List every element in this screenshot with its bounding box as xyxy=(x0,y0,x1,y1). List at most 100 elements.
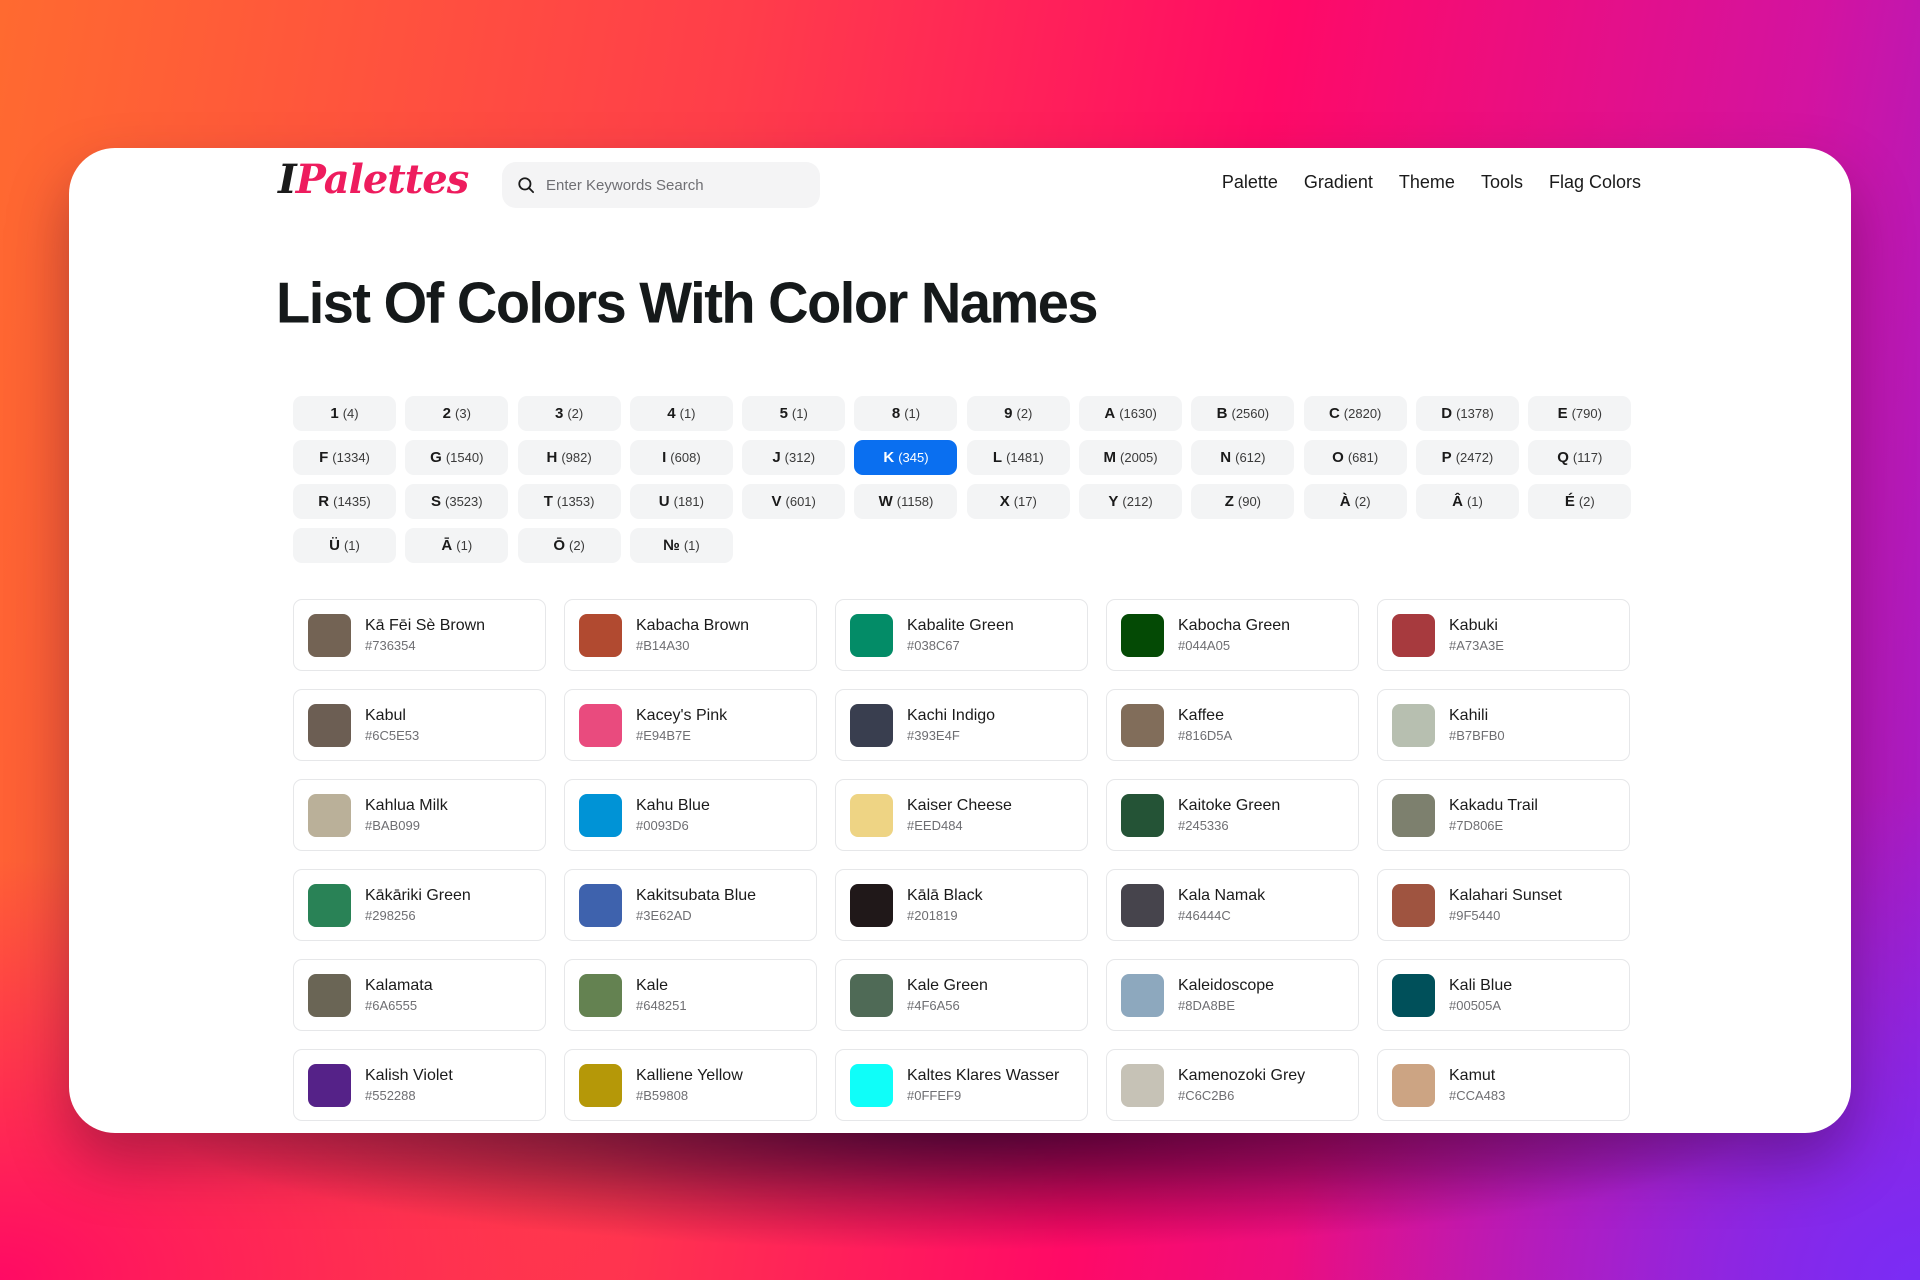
color-hex: #816D5A xyxy=(1178,727,1233,743)
color-info: Kahili #B7BFB0 xyxy=(1449,706,1505,745)
color-swatch xyxy=(1121,703,1164,747)
letter-filter-count: (90) xyxy=(1237,494,1262,509)
color-info: Kabalite Green #038C67 xyxy=(907,616,1014,655)
color-card[interactable]: Kaltes Klares Wasser #0FFEF9 xyxy=(835,1049,1088,1121)
letter-filter-button[interactable]: 9 (2) xyxy=(966,396,1070,431)
nav-tools[interactable]: Tools xyxy=(1481,172,1523,193)
letter-filter-button[interactable]: X (17) xyxy=(966,484,1070,519)
color-card[interactable]: Kalamata #6A6555 xyxy=(293,959,546,1031)
letter-filter-button[interactable]: 2 (3) xyxy=(405,396,509,431)
color-name: Kakitsubata Blue xyxy=(636,886,757,904)
color-swatch xyxy=(1121,883,1164,927)
letter-filter-button[interactable]: Q (117) xyxy=(1528,440,1632,475)
color-card[interactable]: Kaffee #816D5A xyxy=(1106,689,1359,761)
color-card[interactable]: Kahili #B7BFB0 xyxy=(1377,689,1630,761)
letter-filter-label: F xyxy=(319,449,329,466)
nav-theme[interactable]: Theme xyxy=(1399,172,1455,193)
letter-filter-button[interactable]: F (1334) xyxy=(293,440,396,475)
letter-filter-button[interactable]: L (1481) xyxy=(966,440,1070,475)
color-card[interactable]: Kā Fēi Sè Brown #736354 xyxy=(293,599,546,671)
letter-filter-button[interactable]: Ü (1) xyxy=(293,528,396,563)
letter-filter-button[interactable]: V (601) xyxy=(742,484,846,519)
letter-filter-count: (1) xyxy=(1466,494,1483,509)
letter-filter-button[interactable]: E (790) xyxy=(1528,396,1632,431)
color-card[interactable]: Kalliene Yellow #B59808 xyxy=(564,1049,817,1121)
color-card[interactable]: Kālā Black #201819 xyxy=(835,869,1088,941)
letter-filter-button[interactable]: R (1435) xyxy=(293,484,396,519)
letter-filter-count: (601) xyxy=(785,494,816,509)
search-box[interactable] xyxy=(502,162,820,208)
letter-filter-count: (2) xyxy=(1578,494,1595,509)
logo[interactable]: IPalettes xyxy=(278,160,469,200)
letter-filter-button[interactable]: S (3523) xyxy=(405,484,509,519)
letter-filter-button[interactable]: Ā (1) xyxy=(405,528,509,563)
color-card[interactable]: Kabuki #A73A3E xyxy=(1377,599,1630,671)
letter-filter-button[interactable]: 1 (4) xyxy=(293,396,396,431)
color-card[interactable]: Kabacha Brown #B14A30 xyxy=(564,599,817,671)
letter-filter-button[interactable]: D (1378) xyxy=(1415,396,1519,431)
nav-flag-colors[interactable]: Flag Colors xyxy=(1549,172,1641,193)
color-card[interactable]: Kakadu Trail #7D806E xyxy=(1377,779,1630,851)
letter-filter-button[interactable]: B (2560) xyxy=(1191,396,1295,431)
color-card[interactable]: Kaitoke Green #245336 xyxy=(1106,779,1359,851)
letter-filter-button[interactable]: P (2472) xyxy=(1415,440,1519,475)
color-card[interactable]: Kamenozoki Grey #C6C2B6 xyxy=(1106,1049,1359,1121)
color-card[interactable]: Kabul #6C5E53 xyxy=(293,689,546,761)
color-info: Kalliene Yellow #B59808 xyxy=(636,1066,743,1105)
letter-filter-button[interactable]: É (2) xyxy=(1528,484,1632,519)
color-card[interactable]: Kabalite Green #038C67 xyxy=(835,599,1088,671)
color-name: Kaitoke Green xyxy=(1178,796,1281,814)
color-card[interactable]: Kalish Violet #552288 xyxy=(293,1049,546,1121)
nav-palette[interactable]: Palette xyxy=(1222,172,1278,193)
color-info: Kala Namak #46444C xyxy=(1178,886,1265,925)
color-card[interactable]: Kaleidoscope #8DA8BE xyxy=(1106,959,1359,1031)
color-card[interactable]: Kamut #CCA483 xyxy=(1377,1049,1630,1121)
letter-filter-button[interactable]: O (681) xyxy=(1303,440,1407,475)
color-card[interactable]: Kabocha Green #044A05 xyxy=(1106,599,1359,671)
letter-filter-button[interactable]: T (1353) xyxy=(517,484,621,519)
color-info: Kaltes Klares Wasser #0FFEF9 xyxy=(907,1066,1059,1105)
letter-filter-button[interactable]: A (1630) xyxy=(1079,396,1183,431)
color-card[interactable]: Kaiser Cheese #EED484 xyxy=(835,779,1088,851)
letter-filter-button[interactable]: U (181) xyxy=(629,484,733,519)
color-card[interactable]: Kala Namak #46444C xyxy=(1106,869,1359,941)
letter-filter-button[interactable]: 8 (1) xyxy=(854,396,958,431)
letter-filter-button[interactable]: G (1540) xyxy=(405,440,509,475)
color-card[interactable]: Kale #648251 xyxy=(564,959,817,1031)
letter-filter-button[interactable]: 5 (1) xyxy=(742,396,846,431)
color-card[interactable]: Kalahari Sunset #9F5440 xyxy=(1377,869,1630,941)
letter-filter-label: Y xyxy=(1108,493,1119,510)
letter-filter-button[interactable]: 3 (2) xyxy=(517,396,621,431)
color-card[interactable]: Kale Green #4F6A56 xyxy=(835,959,1088,1031)
color-card[interactable]: Kahu Blue #0093D6 xyxy=(564,779,817,851)
letter-filter-button[interactable]: Â (1) xyxy=(1415,484,1519,519)
letter-filter-button[interactable]: I (608) xyxy=(629,440,733,475)
color-hex: #0093D6 xyxy=(636,817,689,833)
letter-filter-button[interactable]: À (2) xyxy=(1303,484,1407,519)
letter-filter-button[interactable]: 4 (1) xyxy=(629,396,733,431)
letter-filter-button[interactable]: C (2820) xyxy=(1303,396,1407,431)
letter-filter-button[interactable]: J (312) xyxy=(742,440,846,475)
letter-filter-label: I xyxy=(662,449,667,466)
letter-filter-button[interactable]: Y (212) xyxy=(1079,484,1183,519)
letter-filter-button[interactable]: N (612) xyxy=(1191,440,1295,475)
color-card[interactable]: Kachi Indigo #393E4F xyxy=(835,689,1088,761)
letter-filter-label: 1 xyxy=(330,405,339,422)
color-card[interactable]: Kakitsubata Blue #3E62AD xyxy=(564,869,817,941)
letter-filter-button[interactable]: K (345) xyxy=(854,440,958,475)
letter-filter-button[interactable]: H (982) xyxy=(517,440,621,475)
letter-filter-button[interactable]: W (1158) xyxy=(854,484,958,519)
color-card[interactable]: Kākāriki Green #298256 xyxy=(293,869,546,941)
color-card[interactable]: Kali Blue #00505A xyxy=(1377,959,1630,1031)
letter-filter-label: W xyxy=(878,493,893,510)
letter-filter-button[interactable]: Z (90) xyxy=(1191,484,1295,519)
letter-filter-count: (1) xyxy=(683,538,700,553)
search-input[interactable] xyxy=(544,175,798,195)
letter-filter-button[interactable]: Ō (2) xyxy=(517,528,621,563)
color-card[interactable]: Kahlua Milk #BAB099 xyxy=(293,779,546,851)
color-card[interactable]: Kacey's Pink #E94B7E xyxy=(564,689,817,761)
nav-gradient[interactable]: Gradient xyxy=(1304,172,1373,193)
letter-filter-button[interactable]: № (1) xyxy=(629,528,733,563)
letter-filter-count: (612) xyxy=(1235,450,1266,465)
letter-filter-button[interactable]: M (2005) xyxy=(1079,440,1183,475)
